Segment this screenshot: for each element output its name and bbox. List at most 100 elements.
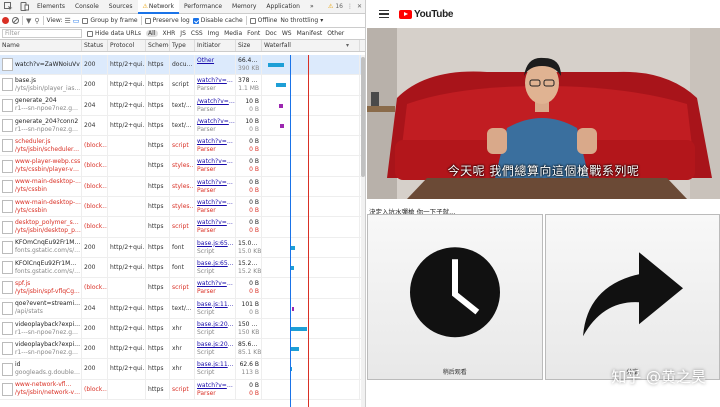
request-name: videoplayback?expir...	[15, 340, 81, 348]
tab-memory[interactable]: Memory	[227, 0, 261, 14]
request-name-cell[interactable]: generate_204?conn2 r1---sn-npoe7nez.goo..…	[0, 115, 82, 136]
request-name-cell[interactable]: KFOmCnqEu92Fr1Mu... fonts.gstatic.com/s/r…	[0, 237, 82, 257]
waterfall-bar[interactable]	[290, 326, 308, 331]
scheme-cell: https	[146, 217, 170, 237]
request-name-cell[interactable]: videoplayback?expir... r1---sn-npoe7nez.g…	[0, 318, 82, 339]
filter-type-xhr[interactable]: XHR	[163, 30, 176, 37]
initiator-link[interactable]: Other	[197, 57, 235, 65]
filter-type-other[interactable]: Other	[327, 30, 344, 37]
initiator-link[interactable]: /watch?v=Z...	[197, 98, 235, 106]
column-initiator[interactable]: Initiator	[195, 40, 236, 51]
scrollbar-thumb[interactable]	[361, 57, 365, 177]
waterfall-bar[interactable]	[279, 123, 284, 128]
inspect-element-icon[interactable]	[2, 1, 14, 13]
filter-type-manifest[interactable]: Manifest	[297, 30, 323, 37]
initiator-link[interactable]: base.js:2087	[197, 341, 235, 349]
initiator-link[interactable]: base.js:2087	[197, 321, 235, 329]
tab-elements[interactable]: Elements	[32, 0, 70, 14]
column-scheme[interactable]: Scheme	[146, 40, 170, 51]
initiator-link[interactable]: base.js:6564	[197, 240, 235, 248]
initiator-link[interactable]: base.js:1123	[197, 301, 235, 309]
waterfall-bar[interactable]	[268, 63, 284, 67]
throttling-select[interactable]: No throttling ▾	[280, 17, 323, 24]
devtools-tabbar: Elements Console Sources ⚠Network Perfor…	[0, 0, 365, 14]
watch-later-card[interactable]: 稍后观看	[367, 214, 543, 380]
request-name-cell[interactable]: www-main-desktop-.../yts/cssbin	[0, 176, 82, 197]
group-by-frame-checkbox[interactable]: Group by frame	[82, 17, 138, 24]
request-name-cell[interactable]: qoe?event=streamin.../api/stats	[0, 298, 82, 318]
hide-data-urls-checkbox[interactable]: Hide data URLs	[87, 30, 141, 37]
request-name-cell[interactable]: watch?v=ZaWNoiuVv	[0, 55, 82, 75]
initiator-link[interactable]: watch?v=Z...	[197, 382, 235, 390]
initiator-link[interactable]: base.js:6564	[197, 260, 235, 268]
offline-checkbox[interactable]: Offline	[249, 17, 277, 24]
column-size[interactable]: Size	[236, 40, 262, 51]
initiator-link[interactable]: base.js:1105	[197, 361, 235, 369]
filter-input[interactable]: Filter	[2, 29, 82, 38]
filter-type-css[interactable]: CSS	[191, 30, 203, 37]
column-waterfall[interactable]: Waterfall ▾	[262, 40, 360, 51]
filter-type-media[interactable]: Media	[224, 30, 242, 37]
device-toolbar-icon[interactable]	[18, 1, 30, 13]
menu-icon[interactable]	[379, 9, 389, 19]
initiator-link[interactable]: watch?v=Z...	[197, 77, 235, 85]
request-name-cell[interactable]: www-network-vfl.../yts/jsbin/network-vfl…	[0, 379, 82, 400]
waterfall-cell	[262, 318, 360, 339]
initiator-link[interactable]: /watch?v=Z...	[197, 118, 235, 126]
request-name-cell[interactable]: www-player-webp.css/yts/cssbin/player-vf…	[0, 156, 82, 176]
column-protocol[interactable]: Protocol	[108, 40, 146, 51]
request-name-cell[interactable]: scheduler.js/yts/jsbin/scheduler-...	[0, 136, 82, 156]
column-name[interactable]: Name	[0, 40, 82, 51]
status-cell: 200	[82, 237, 108, 257]
waterfall-bar[interactable]	[275, 83, 286, 88]
column-status[interactable]: Status	[82, 40, 108, 51]
request-name-cell[interactable]: desktop_polymer_sel.../yts/jsbin/desktop…	[0, 217, 82, 237]
filter-type-img[interactable]: Img	[208, 30, 219, 37]
initiator-link[interactable]: watch?v=Z...	[197, 179, 235, 187]
tab-console[interactable]: Console	[70, 0, 104, 14]
filter-type-ws[interactable]: WS	[282, 30, 292, 37]
tab-performance[interactable]: Performance	[179, 0, 227, 14]
record-icon[interactable]	[2, 17, 9, 24]
large-rows-icon[interactable]: ☰	[64, 17, 70, 25]
more-tabs-icon[interactable]: »	[305, 0, 319, 14]
filter-icon[interactable]: ▼	[26, 17, 31, 25]
warning-badge[interactable]: ⚠ 16	[328, 3, 343, 10]
more-options-icon[interactable]: ⋮	[347, 3, 353, 10]
filter-type-all[interactable]: All	[146, 30, 158, 37]
waterfall-bar[interactable]	[278, 103, 283, 108]
initiator-link[interactable]: watch?v=Z...	[197, 280, 235, 288]
request-name-cell[interactable]: videoplayback?expir... r1---sn-npoe7nez.g…	[0, 339, 82, 359]
request-name-cell[interactable]: KFOlCnqEu92Fr1Mm... fonts.gstatic.com/s/r…	[0, 257, 82, 278]
tab-sources[interactable]: Sources	[104, 0, 138, 14]
filter-type-js[interactable]: JS	[180, 30, 186, 37]
youtube-logo[interactable]: YouTube	[399, 9, 454, 20]
request-name-cell[interactable]: id googleads.g.doublec...	[0, 359, 82, 379]
tab-network[interactable]: ⚠Network	[137, 0, 179, 14]
tab-application[interactable]: Application	[261, 0, 305, 14]
request-path: /yts/jsbin/player_ias...	[15, 84, 81, 92]
request-name-cell[interactable]: spf.js/yts/jsbin/spf-vflqCg...	[0, 278, 82, 298]
initiator-link[interactable]: watch?v=Z...	[197, 158, 235, 166]
clear-icon[interactable]	[12, 17, 19, 24]
search-icon[interactable]: ⚲	[34, 17, 39, 25]
initiator-link[interactable]: watch?v=Z...	[197, 199, 235, 207]
request-name-cell[interactable]: base.js/yts/jsbin/player_ias...	[0, 75, 82, 95]
request-name-cell[interactable]: generate_204 r1---sn-npoe7nez.goo...	[0, 95, 82, 115]
initiator-link[interactable]: watch?v=Z...	[197, 138, 235, 146]
waterfall-bar[interactable]	[291, 306, 294, 311]
request-list-scrollbar[interactable]	[361, 55, 365, 407]
filter-type-doc[interactable]: Doc	[265, 30, 277, 37]
filter-type-font[interactable]: Font	[247, 30, 260, 37]
initiator-link[interactable]: watch?v=Z...	[197, 219, 235, 227]
disable-cache-checkbox[interactable]: Disable cache	[192, 17, 243, 24]
resource-size: 0 B	[249, 125, 259, 133]
preserve-log-checkbox[interactable]: Preserve log	[144, 17, 190, 24]
waterfall-bar[interactable]	[290, 347, 300, 352]
request-name-cell[interactable]: www-main-desktop-.../yts/cssbin	[0, 197, 82, 217]
column-type[interactable]: Type	[170, 40, 195, 51]
overview-icon[interactable]: ▭	[73, 17, 80, 25]
video-player[interactable]: 今天呢 我們總算向這個槍戰系列呢	[367, 28, 720, 199]
close-icon[interactable]: ✕	[357, 3, 362, 10]
share-card[interactable]: 分享	[544, 214, 720, 380]
